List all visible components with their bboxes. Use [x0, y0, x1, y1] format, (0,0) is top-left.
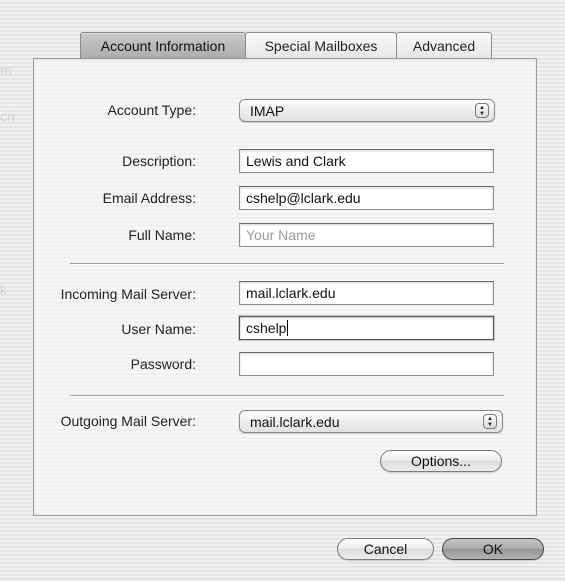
incoming-mail-server-field[interactable] [239, 281, 494, 305]
popup-arrows-icon: ▲ ▼ [475, 103, 489, 118]
description-label: Description: [122, 153, 196, 169]
background-window-text: m [0, 62, 12, 78]
section-divider [70, 263, 504, 265]
tab-advanced[interactable]: Advanced [396, 32, 492, 58]
ok-button[interactable]: OK [442, 538, 544, 560]
tab-bar: Account Information Special Mailboxes Ad… [80, 32, 492, 60]
full-name-field[interactable] [239, 223, 494, 247]
text-cursor [287, 320, 289, 336]
user-name-label: User Name: [121, 321, 196, 337]
password-field[interactable] [239, 352, 494, 376]
cancel-button[interactable]: Cancel [337, 538, 434, 560]
password-label: Password: [130, 356, 196, 372]
email-address-label: Email Address: [102, 190, 196, 206]
account-information-panel: Account Type: IMAP ▲▼ Description: Email… [33, 58, 537, 516]
tab-account-information[interactable]: Account Information [80, 32, 246, 58]
outgoing-mail-server-popup[interactable]: mail.lclark.edu ▲ ▼ [239, 410, 503, 433]
user-name-field[interactable]: cshelp [239, 316, 494, 340]
incoming-mail-server-label: Incoming Mail Server: [60, 286, 196, 302]
outgoing-mail-server-label: Outgoing Mail Server: [60, 413, 196, 429]
popup-arrows-icon: ▲ ▼ [483, 414, 497, 429]
user-name-value: cshelp [246, 320, 287, 336]
background-window-text: k [0, 282, 7, 298]
section-divider [70, 395, 504, 397]
account-type-label: Account Type: [107, 102, 196, 118]
email-address-field[interactable] [239, 186, 494, 210]
outgoing-mail-server-value: mail.lclark.edu [250, 413, 340, 430]
account-type-value: IMAP [250, 102, 285, 119]
options-button[interactable]: Options... [380, 450, 502, 472]
tab-special-mailboxes[interactable]: Special Mailboxes [245, 32, 397, 58]
description-field[interactable] [239, 149, 494, 173]
full-name-label: Full Name: [128, 227, 196, 243]
account-type-popup[interactable]: IMAP ▲ ▼ [239, 99, 495, 122]
background-window-text: cri [0, 108, 15, 124]
